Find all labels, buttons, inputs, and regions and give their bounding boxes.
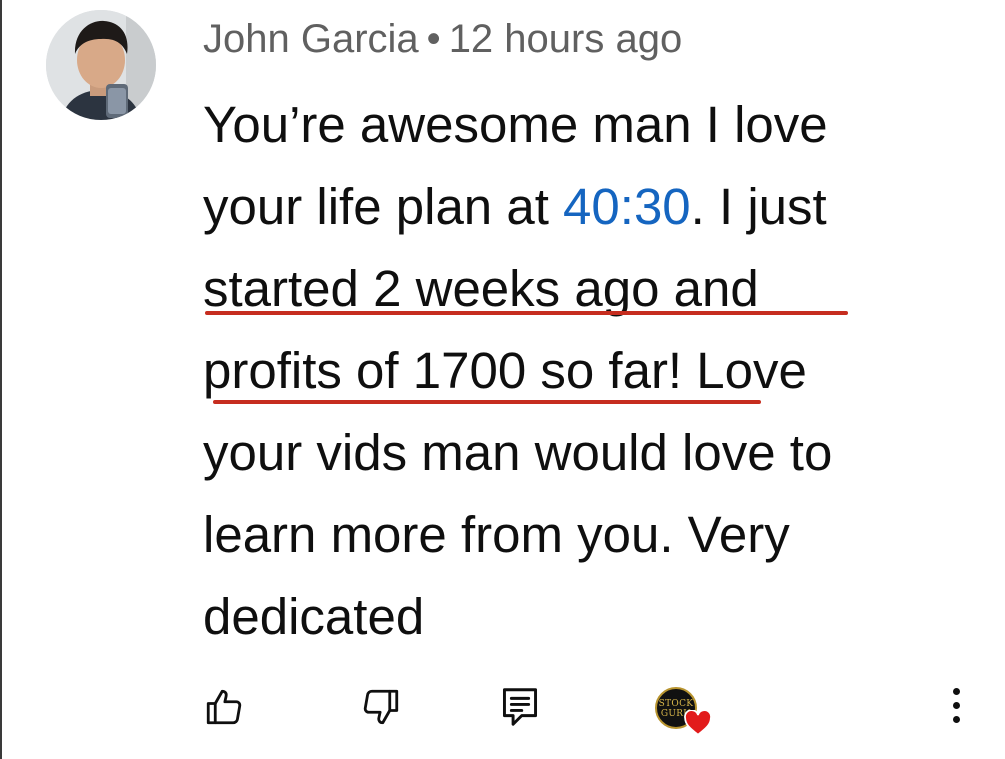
comment-line: your life plan at 40:30. I just xyxy=(203,166,963,248)
more-vertical-icon xyxy=(952,688,960,695)
left-border xyxy=(0,0,2,759)
more-vertical-icon xyxy=(952,702,960,709)
comment-line: You’re awesome man I love xyxy=(203,96,828,153)
comment-line: started 2 weeks ago and xyxy=(203,260,759,317)
timestamp-link[interactable]: 40:30 xyxy=(563,178,691,235)
comment-time: 12 hours ago xyxy=(448,17,683,61)
red-annotation-underline xyxy=(205,311,848,315)
author-name[interactable]: John Garcia xyxy=(203,17,419,61)
more-vertical-icon xyxy=(952,716,960,723)
comment-line-text: . I just xyxy=(690,178,827,235)
thumbs-up-icon xyxy=(206,689,242,725)
comment-line: your vids man would love to xyxy=(203,424,833,481)
comment-actions: STOCK GURU xyxy=(0,680,1005,740)
author-avatar[interactable] xyxy=(46,10,156,120)
comment-meta: John Garcia • 12 hours ago xyxy=(203,14,682,64)
creator-heart-badge[interactable]: STOCK GURU xyxy=(652,684,714,740)
comment-text: You’re awesome man I love your life plan… xyxy=(203,84,963,658)
thumbs-down-icon xyxy=(363,689,399,725)
dislike-button[interactable] xyxy=(360,686,402,728)
channel-badge-text: STOCK xyxy=(658,699,694,709)
meta-separator: • xyxy=(426,17,441,61)
comment-line-text: your life plan at xyxy=(203,178,564,235)
reply-button[interactable] xyxy=(501,686,539,728)
more-options-button[interactable] xyxy=(944,688,968,732)
like-button[interactable] xyxy=(203,686,245,728)
reply-comment-icon xyxy=(502,688,538,726)
red-annotation-underline xyxy=(213,400,761,404)
comment-line: dedicated xyxy=(203,588,425,645)
comment-line: learn more from you. Very xyxy=(203,506,790,563)
heart-icon xyxy=(684,710,712,736)
